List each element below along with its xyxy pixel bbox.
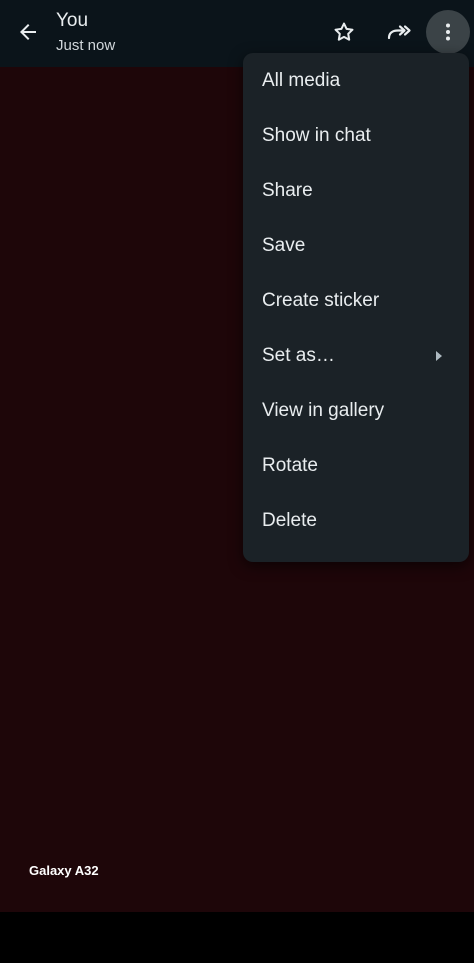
menu-item-label: Share xyxy=(262,179,313,201)
menu-item-label: All media xyxy=(262,69,341,91)
sender-name: You xyxy=(56,10,89,31)
menu-item-view-in-gallery[interactable]: View in gallery xyxy=(243,383,469,438)
forward-button[interactable] xyxy=(377,10,421,54)
more-options-button[interactable] xyxy=(426,10,470,54)
menu-item-label: Delete xyxy=(262,509,317,531)
back-button[interactable] xyxy=(6,10,50,54)
overflow-menu: All media Show in chat Share Save Create… xyxy=(243,53,469,562)
menu-item-label: View in gallery xyxy=(262,399,385,421)
menu-item-share[interactable]: Share xyxy=(243,163,469,218)
camera-watermark: Galaxy A32 xyxy=(29,863,99,878)
menu-item-rotate[interactable]: Rotate xyxy=(243,438,469,493)
forward-icon xyxy=(387,25,411,40)
bottom-bar xyxy=(0,912,474,963)
menu-item-all-media[interactable]: All media xyxy=(243,53,469,108)
menu-item-label: Create sticker xyxy=(262,289,380,311)
star-outline-icon xyxy=(334,22,354,41)
menu-item-save[interactable]: Save xyxy=(243,218,469,273)
menu-item-label: Save xyxy=(262,234,306,256)
submenu-arrow-icon xyxy=(436,350,442,361)
menu-item-show-in-chat[interactable]: Show in chat xyxy=(243,108,469,163)
menu-item-delete[interactable]: Delete xyxy=(243,493,469,548)
menu-item-label: Show in chat xyxy=(262,124,371,146)
more-vertical-icon xyxy=(446,23,450,41)
menu-item-create-sticker[interactable]: Create sticker xyxy=(243,273,469,328)
menu-item-label: Set as… xyxy=(262,344,335,366)
arrow-back-icon xyxy=(20,24,36,40)
menu-item-label: Rotate xyxy=(262,454,318,476)
menu-item-set-as[interactable]: Set as… xyxy=(243,328,469,383)
star-button[interactable] xyxy=(322,10,366,54)
message-timestamp: Just now xyxy=(56,37,116,54)
